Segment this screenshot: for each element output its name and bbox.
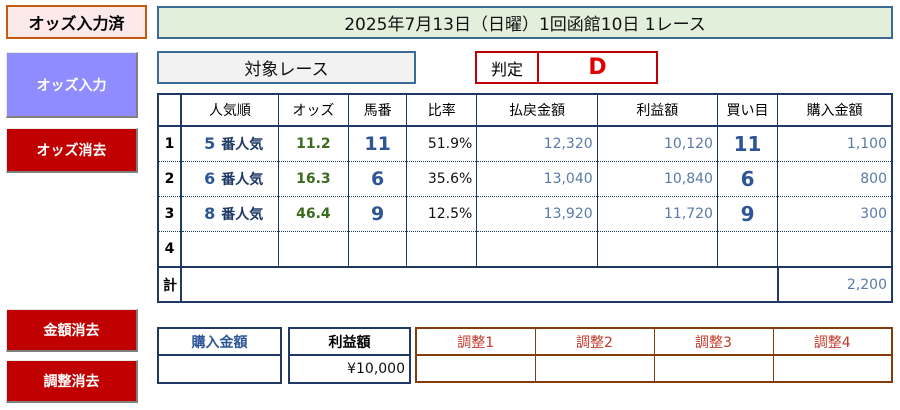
adjust-label-2: 調整2 — [535, 328, 655, 356]
row-index: 1 — [158, 126, 183, 162]
adjust-label-3: 調整3 — [654, 328, 774, 356]
payout-cell: 13,040 — [476, 161, 598, 197]
payout-cell — [476, 231, 598, 268]
kaime-cell: 6 — [717, 161, 779, 197]
profit-cell — [597, 231, 718, 268]
kaime-cell — [717, 231, 779, 268]
header-index — [158, 94, 183, 127]
row-index: 4 — [158, 231, 183, 268]
kaime-cell: 11 — [717, 126, 779, 162]
header-kaime: 買い目 — [717, 94, 779, 127]
adjust-label-4: 調整4 — [773, 328, 892, 356]
purchase-cell: 1,100 — [777, 126, 892, 162]
adjust-input-4[interactable] — [773, 355, 892, 382]
status-badge: オッズ入力済 — [6, 5, 147, 39]
table-header-row: 人気順 オッズ 馬番 比率 払戻金額 利益額 買い目 購入金額 — [158, 94, 892, 127]
popularity-number: 8 — [204, 204, 216, 223]
popularity-cell[interactable]: 8 番人気 — [181, 196, 279, 232]
odds-input-button[interactable]: オッズ入力 — [6, 52, 138, 118]
odds-clear-button[interactable]: オッズ消去 — [6, 128, 138, 173]
adjust-clear-button[interactable]: 調整消去 — [6, 360, 138, 403]
purchase-cell — [777, 231, 892, 268]
horse-number-cell[interactable]: 11 — [348, 126, 408, 162]
kaime-cell: 9 — [717, 196, 779, 232]
verdict-box: 判定 D — [475, 51, 658, 84]
purchase-cell: 800 — [777, 161, 892, 197]
ratio-cell — [406, 231, 478, 268]
adjust-label-1: 調整1 — [416, 328, 536, 356]
profit-box: 利益額 ¥10,000 — [288, 327, 411, 384]
profit-cell: 10,840 — [597, 161, 718, 197]
popularity-cell[interactable]: 6 番人気 — [181, 161, 279, 197]
popularity-suffix: 番人気 — [221, 137, 264, 153]
popularity-suffix: 番人気 — [221, 172, 264, 188]
odds-table: 人気順 オッズ 馬番 比率 払戻金額 利益額 買い目 購入金額 1 5 番人気 1… — [157, 93, 893, 303]
purchase-amount-box: 購入金額 — [157, 327, 282, 384]
purchase-amount-input[interactable] — [159, 356, 280, 382]
profit-cell: 10,120 — [597, 126, 718, 162]
header-odds: オッズ — [278, 94, 350, 127]
ratio-cell: 12.5% — [406, 196, 478, 232]
profit-label: 利益額 — [290, 329, 409, 356]
profit-input[interactable]: ¥10,000 — [290, 356, 409, 382]
total-label: 計 — [158, 267, 183, 302]
payout-cell: 12,320 — [476, 126, 598, 162]
odds-cell[interactable]: 16.3 — [278, 161, 350, 197]
table-row: 3 8 番人気 46.4 9 12.5% 13,920 11,720 9 300 — [158, 196, 892, 232]
adjust-table: 調整1 調整2 調整3 調整4 — [415, 327, 893, 383]
horse-number-cell[interactable]: 6 — [348, 161, 408, 197]
table-row: 1 5 番人気 11.2 11 51.9% 12,320 10,120 11 1,… — [158, 126, 892, 162]
odds-cell[interactable] — [278, 231, 350, 268]
payout-cell: 13,920 — [476, 196, 598, 232]
row-index: 2 — [158, 161, 183, 197]
header-popularity: 人気順 — [181, 94, 279, 127]
ratio-cell: 35.6% — [406, 161, 478, 197]
adjust-input-1[interactable] — [416, 355, 536, 382]
popularity-number: 6 — [204, 169, 216, 188]
popularity-cell[interactable]: 5 番人気 — [181, 126, 279, 162]
popularity-cell[interactable] — [181, 231, 279, 268]
odds-cell[interactable]: 46.4 — [278, 196, 350, 232]
purchase-cell: 300 — [777, 196, 892, 232]
horse-number-cell[interactable]: 9 — [348, 196, 408, 232]
verdict-label: 判定 — [477, 53, 539, 82]
total-purchase: 2,200 — [846, 276, 887, 293]
table-row: 2 6 番人気 16.3 6 35.6% 13,040 10,840 6 800 — [158, 161, 892, 197]
adjust-input-3[interactable] — [654, 355, 774, 382]
total-spacer — [181, 267, 779, 302]
header-ratio: 比率 — [406, 94, 478, 127]
odds-cell[interactable]: 11.2 — [278, 126, 350, 162]
table-row: 4 — [158, 231, 892, 268]
race-title: 2025年7月13日（日曜）1回函館10日 1レース — [157, 6, 893, 39]
header-payout: 払戻金額 — [476, 94, 598, 127]
popularity-suffix: 番人気 — [221, 207, 264, 223]
adjust-input-2[interactable] — [535, 355, 655, 382]
adjust-value-row — [416, 355, 892, 382]
ratio-cell: 51.9% — [406, 126, 478, 162]
adjust-header-row: 調整1 調整2 調整3 調整4 — [416, 328, 892, 356]
purchase-amount-label: 購入金額 — [159, 329, 280, 356]
header-horse-number: 馬番 — [348, 94, 408, 127]
popularity-number: 5 — [204, 134, 216, 153]
row-index: 3 — [158, 196, 183, 232]
horse-number-cell[interactable] — [348, 231, 408, 268]
verdict-value: D — [588, 55, 607, 80]
total-row: 計 2,200 — [158, 267, 892, 302]
target-race-field: 対象レース — [157, 51, 416, 84]
header-profit: 利益額 — [597, 94, 718, 127]
amount-clear-button[interactable]: 金額消去 — [6, 309, 138, 352]
profit-cell: 11,720 — [597, 196, 718, 232]
header-purchase: 購入金額 — [777, 94, 892, 127]
